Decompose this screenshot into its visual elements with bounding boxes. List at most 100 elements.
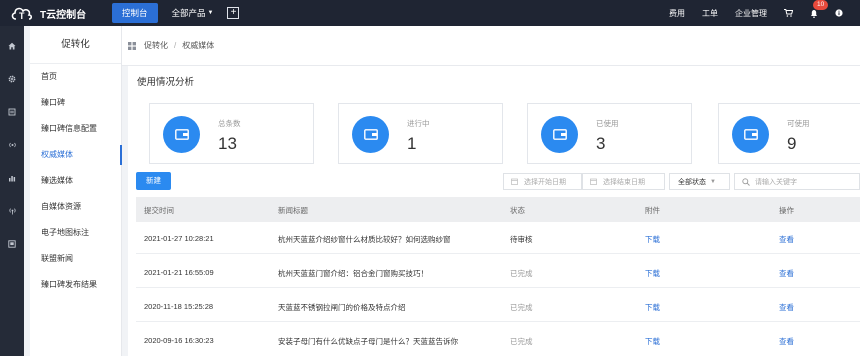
download-link[interactable]: 下载 [645, 234, 660, 245]
broadcast-icon[interactable] [0, 204, 24, 218]
section-title: 使用情况分析 [137, 77, 195, 88]
column-header-time: 提交时间 [144, 206, 174, 215]
stat-card-in-progress: 进行中 1 [338, 103, 503, 164]
stat-label: 已使用 [596, 119, 619, 128]
row-status: 已完成 [510, 269, 533, 278]
all-products-menu[interactable]: 全部产品 ▼ [172, 7, 214, 19]
add-button[interactable]: + [227, 7, 240, 19]
stat-label: 总条数 [218, 119, 241, 128]
row-time: 2021-01-27 10:28:21 [144, 234, 214, 243]
notification-badge: 10 [813, 0, 829, 10]
stat-value: 1 [407, 134, 417, 153]
sidebar-item-map-marking[interactable]: 电子地图标注 [30, 220, 121, 246]
status-select-value: 全部状态 [678, 178, 706, 186]
table-row: 2020-09-16 16:30:23 安装子母门有什么优缺点子母门是什么？天蓝… [136, 324, 860, 356]
module-sidebar: 促转化 首页 臻口碑 臻口碑信息配置 权威媒体 臻选媒体 自媒体资源 电子地图标… [30, 26, 122, 356]
column-header-action: 操作 [779, 206, 794, 215]
row-status: 已完成 [510, 303, 533, 312]
document-icon[interactable] [0, 105, 24, 119]
wallet-icon [352, 116, 389, 153]
column-header-attachment: 附件 [645, 206, 660, 215]
sidebar-item-koubei-config[interactable]: 臻口碑信息配置 [30, 116, 121, 142]
breadcrumb: 促转化 / 权威媒体 [122, 26, 860, 66]
download-link[interactable]: 下载 [645, 302, 660, 313]
wallet-icon [163, 116, 200, 153]
end-date-placeholder: 选择结束日期 [603, 178, 645, 186]
sidebar-item-alliance-news[interactable]: 联盟新闻 [30, 246, 121, 272]
stat-value: 9 [787, 134, 797, 153]
view-link[interactable]: 查看 [779, 234, 794, 245]
notifications-button[interactable]: 10 [810, 0, 829, 18]
download-link[interactable]: 下载 [645, 336, 660, 347]
plus-icon: + [230, 7, 237, 18]
breadcrumb-separator: / [174, 41, 177, 50]
calendar-icon [590, 178, 597, 185]
tab-console[interactable]: 控制台 [112, 3, 158, 23]
cart-icon[interactable] [784, 9, 793, 17]
row-time: 2021-01-21 16:55:09 [144, 268, 214, 277]
sidebar-item-authority-media[interactable]: 权威媒体 [30, 142, 122, 168]
logo[interactable]: T T云控制台 [0, 0, 108, 26]
wallet-icon [541, 116, 578, 153]
stat-value: 13 [218, 134, 237, 153]
top-navigation-bar: T T云控制台 控制台 全部产品 ▼ + 费用 工单 企业管理 10 [0, 0, 860, 26]
stat-card-used: 已使用 3 [527, 103, 692, 164]
start-date-placeholder: 选择开始日期 [524, 178, 566, 186]
gear-icon[interactable] [0, 72, 24, 86]
wallet-icon [732, 116, 769, 153]
table-row: 2021-01-21 16:55:09 杭州天蓝蓝门窗介绍：铝合金门窗购买技巧！… [136, 256, 860, 288]
column-header-title: 新闻标题 [278, 206, 308, 215]
stat-card-total: 总条数 13 [149, 103, 314, 164]
view-link[interactable]: 查看 [779, 302, 794, 313]
view-link[interactable]: 查看 [779, 268, 794, 279]
sidebar-item-self-media[interactable]: 自媒体资源 [30, 194, 121, 220]
stat-label: 可使用 [787, 119, 810, 128]
end-date-input[interactable]: 选择结束日期 [582, 173, 665, 190]
sidebar-item-publish-results[interactable]: 臻口碑发布结果 [30, 272, 121, 298]
row-time: 2020-11-18 15:25:28 [144, 302, 214, 311]
table-row: 2020-11-18 15:25:28 天蓝蓝不锈钢拉闸门的价格及特点介绍 已完… [136, 290, 860, 322]
search-icon [742, 177, 750, 186]
download-link[interactable]: 下载 [645, 268, 660, 279]
top-right-links: 费用 工单 企业管理 10 [669, 0, 860, 26]
table-header: 提交时间 新闻标题 状态 附件 操作 [136, 197, 860, 222]
ticket-link[interactable]: 工单 [702, 8, 718, 19]
stat-value: 3 [596, 134, 606, 153]
row-title: 天蓝蓝不锈钢拉闸门的价格及特点介绍 [278, 303, 406, 312]
row-title: 杭州天蓝蓝门窗介绍：铝合金门窗购买技巧！ [278, 269, 428, 278]
chevron-down-icon: ▼ [710, 178, 716, 185]
sidebar-item-koubei[interactable]: 臻口碑 [30, 90, 121, 116]
stat-label: 进行中 [407, 119, 430, 128]
start-date-input[interactable]: 选择开始日期 [503, 173, 582, 190]
status-select[interactable]: 全部状态 ▼ [669, 173, 730, 190]
cloud-logo-icon: T [10, 3, 34, 23]
breadcrumb-root[interactable]: 促转化 [144, 40, 168, 51]
bar-chart-icon[interactable] [0, 171, 24, 185]
column-header-status: 状态 [510, 206, 525, 215]
bell-icon [811, 9, 817, 18]
svg-text:T: T [19, 11, 25, 21]
billing-link[interactable]: 费用 [669, 8, 685, 19]
grid-icon[interactable] [128, 41, 136, 50]
row-title: 安装子母门有什么优缺点子母门是什么？天蓝蓝告诉你 [278, 337, 458, 346]
user-info-icon[interactable] [835, 9, 843, 17]
all-products-label: 全部产品 [171, 8, 206, 18]
row-status: 待审核 [510, 235, 533, 244]
row-title: 杭州天蓝蓝介绍纱窗什么材质比较好？如何选购纱窗 [278, 235, 451, 244]
search-placeholder: 请输入关键字 [755, 178, 797, 186]
signal-icon[interactable] [0, 138, 24, 152]
view-link[interactable]: 查看 [779, 336, 794, 347]
row-status: 已完成 [510, 337, 533, 346]
caret-down-icon: ▼ [207, 10, 214, 16]
search-input[interactable]: 请输入关键字 [734, 173, 860, 190]
new-button[interactable]: 新建 [136, 172, 171, 190]
home-icon[interactable] [0, 39, 24, 53]
window-icon[interactable] [0, 237, 24, 251]
sidebar-title: 促转化 [30, 26, 121, 64]
main-panel: 使用情况分析 总条数 13 进行中 1 已使用 3 可使用 9 新建 选择开始日… [128, 66, 860, 356]
row-time: 2020-09-16 16:30:23 [144, 336, 214, 345]
table-row: 2021-01-27 10:28:21 杭州天蓝蓝介绍纱窗什么材质比较好？如何选… [136, 222, 860, 254]
sidebar-item-selected-media[interactable]: 臻选媒体 [30, 168, 121, 194]
enterprise-management-link[interactable]: 企业管理 [735, 8, 767, 19]
sidebar-item-home[interactable]: 首页 [30, 64, 121, 90]
